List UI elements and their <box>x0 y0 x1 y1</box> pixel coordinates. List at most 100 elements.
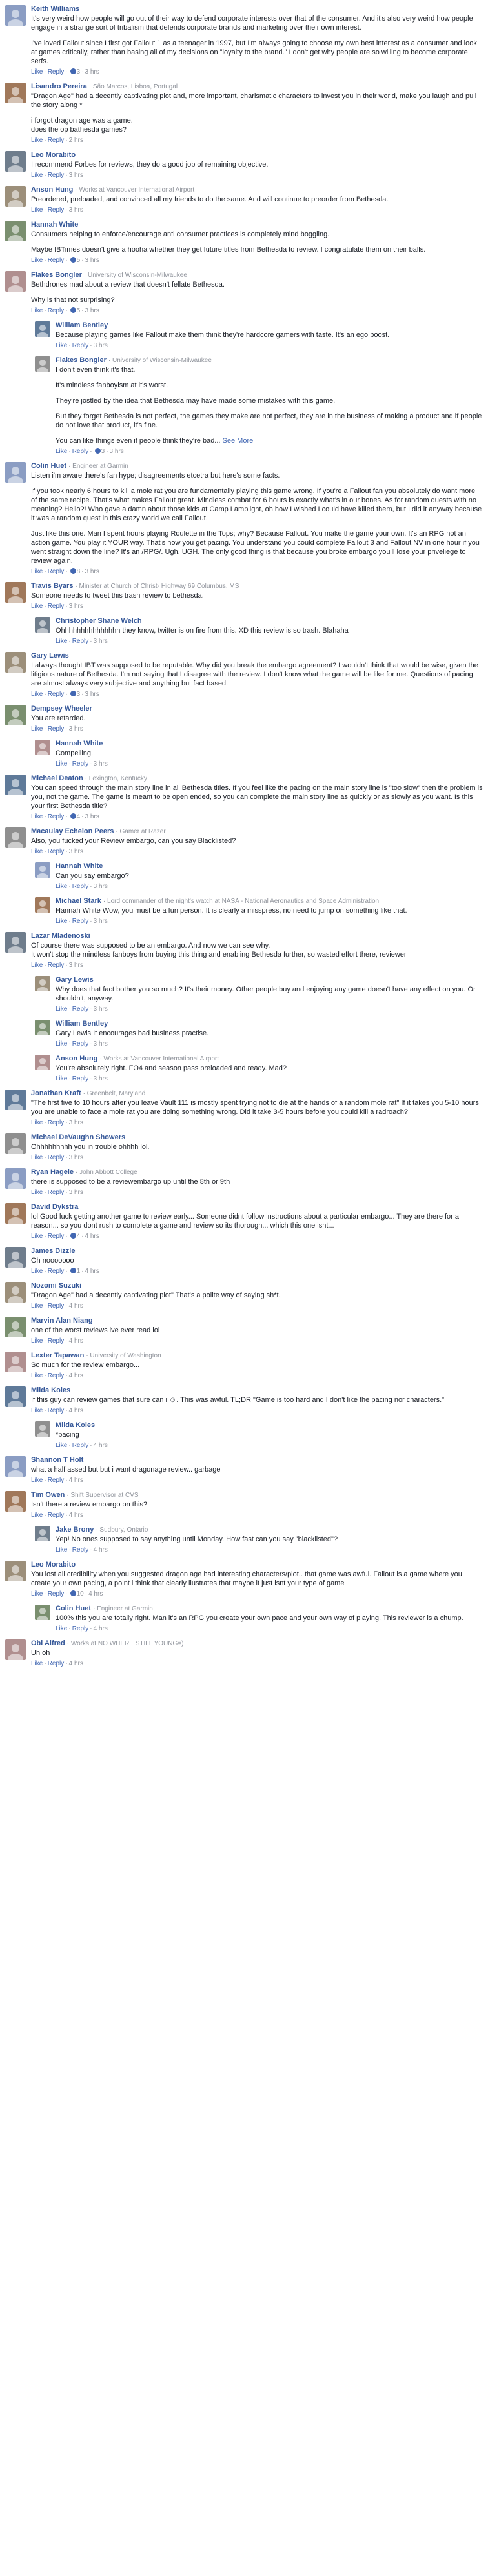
like-link[interactable]: Like <box>56 448 67 455</box>
like-link[interactable]: Like <box>31 1660 43 1667</box>
avatar[interactable] <box>35 897 50 913</box>
comment-timestamp[interactable]: 3 hrs <box>94 883 108 890</box>
comment-timestamp[interactable]: 4 hrs <box>69 1512 83 1519</box>
comment-timestamp[interactable]: 4 hrs <box>94 1442 108 1449</box>
reply-link[interactable]: Reply <box>48 1477 65 1484</box>
reply-link[interactable]: Reply <box>72 760 89 767</box>
avatar[interactable] <box>5 775 26 795</box>
author-name[interactable]: Flakes Bongler <box>56 356 107 364</box>
like-link[interactable]: Like <box>31 207 43 214</box>
avatar[interactable] <box>5 1352 26 1372</box>
avatar[interactable] <box>35 976 50 991</box>
avatar[interactable] <box>5 221 26 241</box>
reply-link[interactable]: Reply <box>48 307 65 314</box>
like-link[interactable]: Like <box>56 638 67 645</box>
reply-link[interactable]: Reply <box>72 883 89 890</box>
reply-link[interactable]: Reply <box>72 1040 89 1048</box>
reply-link[interactable]: Reply <box>48 603 65 610</box>
avatar[interactable] <box>5 582 26 603</box>
comment-timestamp[interactable]: 3 hrs <box>94 342 108 349</box>
author-name[interactable]: Lisandro Pereira <box>31 83 87 90</box>
like-link[interactable]: Like <box>31 1119 43 1126</box>
reply-link[interactable]: Reply <box>48 137 65 144</box>
avatar[interactable] <box>35 617 50 633</box>
comment-timestamp[interactable]: 4 hrs <box>69 1372 83 1379</box>
comment-timestamp[interactable]: 3 hrs <box>94 760 108 767</box>
like-link[interactable]: Like <box>31 1154 43 1161</box>
author-name[interactable]: Dempsey Wheeler <box>31 705 92 713</box>
like-link[interactable]: Like <box>31 307 43 314</box>
author-name[interactable]: Michael Stark <box>56 897 101 905</box>
author-name[interactable]: David Dykstra <box>31 1203 78 1211</box>
like-link[interactable]: Like <box>56 1625 67 1632</box>
avatar[interactable] <box>5 1247 26 1268</box>
reply-link[interactable]: Reply <box>72 1442 89 1449</box>
author-name[interactable]: Milda Koles <box>56 1421 95 1429</box>
author-name[interactable]: Lexter Tapawan <box>31 1352 84 1359</box>
comment-timestamp[interactable]: 3 hrs <box>94 918 108 925</box>
avatar[interactable] <box>5 462 26 483</box>
author-name[interactable]: Flakes Bongler <box>31 271 82 279</box>
comment-timestamp[interactable]: 3 hrs <box>69 1154 83 1161</box>
avatar[interactable] <box>5 1282 26 1303</box>
like-link[interactable]: Like <box>56 918 67 925</box>
comment-timestamp[interactable]: 4 hrs <box>69 1407 83 1414</box>
author-name[interactable]: Ryan Hagele <box>31 1168 74 1176</box>
author-name[interactable]: William Bentley <box>56 1020 108 1028</box>
like-link[interactable]: Like <box>56 760 67 767</box>
like-link[interactable]: Like <box>31 137 43 144</box>
avatar[interactable] <box>35 1055 50 1070</box>
comment-timestamp[interactable]: 3 hrs <box>69 1189 83 1196</box>
author-name[interactable]: Jake Brony <box>56 1526 94 1534</box>
reply-link[interactable]: Reply <box>48 1590 65 1597</box>
author-name[interactable]: Tim Owen <box>31 1491 65 1499</box>
avatar[interactable] <box>5 652 26 673</box>
reply-link[interactable]: Reply <box>48 207 65 214</box>
comment-timestamp[interactable]: 3 hrs <box>69 848 83 855</box>
reply-link[interactable]: Reply <box>48 1337 65 1344</box>
like-link[interactable]: Like <box>31 257 43 264</box>
avatar[interactable] <box>35 740 50 755</box>
author-name[interactable]: Colin Huet <box>56 1605 91 1612</box>
reply-link[interactable]: Reply <box>48 257 65 264</box>
comment-timestamp[interactable]: 3 hrs <box>94 1040 108 1048</box>
avatar[interactable] <box>35 356 50 372</box>
comment-timestamp[interactable]: 3 hrs <box>94 1075 108 1082</box>
reply-link[interactable]: Reply <box>48 1407 65 1414</box>
reply-link[interactable]: Reply <box>48 1268 65 1275</box>
comment-timestamp[interactable]: 3 hrs <box>69 172 83 179</box>
reply-link[interactable]: Reply <box>48 1512 65 1519</box>
avatar[interactable] <box>5 1133 26 1154</box>
reply-link[interactable]: Reply <box>48 1660 65 1667</box>
avatar[interactable] <box>5 705 26 725</box>
reply-link[interactable]: Reply <box>72 638 89 645</box>
reply-link[interactable]: Reply <box>48 568 65 575</box>
reply-link[interactable]: Reply <box>48 725 65 733</box>
avatar[interactable] <box>5 1639 26 1660</box>
avatar[interactable] <box>5 1168 26 1189</box>
like-link[interactable]: Like <box>56 1442 67 1449</box>
author-name[interactable]: Christopher Shane Welch <box>56 617 142 625</box>
comment-timestamp[interactable]: 2 hrs <box>69 137 83 144</box>
avatar[interactable] <box>5 83 26 103</box>
comment-timestamp[interactable]: 3 hrs <box>85 691 99 698</box>
reply-link[interactable]: Reply <box>48 1372 65 1379</box>
author-name[interactable]: Macaulay Echelon Peers <box>31 827 114 835</box>
author-name[interactable]: Michael DeVaughn Showers <box>31 1133 125 1141</box>
like-link[interactable]: Like <box>31 725 43 733</box>
comment-timestamp[interactable]: 3 hrs <box>69 962 83 969</box>
like-link[interactable]: Like <box>56 342 67 349</box>
reply-link[interactable]: Reply <box>48 813 65 820</box>
author-name[interactable]: Gary Lewis <box>31 652 69 660</box>
avatar[interactable] <box>35 1526 50 1541</box>
like-link[interactable]: Like <box>31 962 43 969</box>
author-name[interactable]: Hannah White <box>56 862 103 870</box>
comment-timestamp[interactable]: 3 hrs <box>69 1119 83 1126</box>
avatar[interactable] <box>5 1203 26 1224</box>
author-name[interactable]: Colin Huet <box>31 462 66 470</box>
like-link[interactable]: Like <box>31 172 43 179</box>
like-link[interactable]: Like <box>31 1233 43 1240</box>
like-link[interactable]: Like <box>31 691 43 698</box>
author-name[interactable]: Obi Alfred <box>31 1639 65 1647</box>
reply-link[interactable]: Reply <box>72 1006 89 1013</box>
